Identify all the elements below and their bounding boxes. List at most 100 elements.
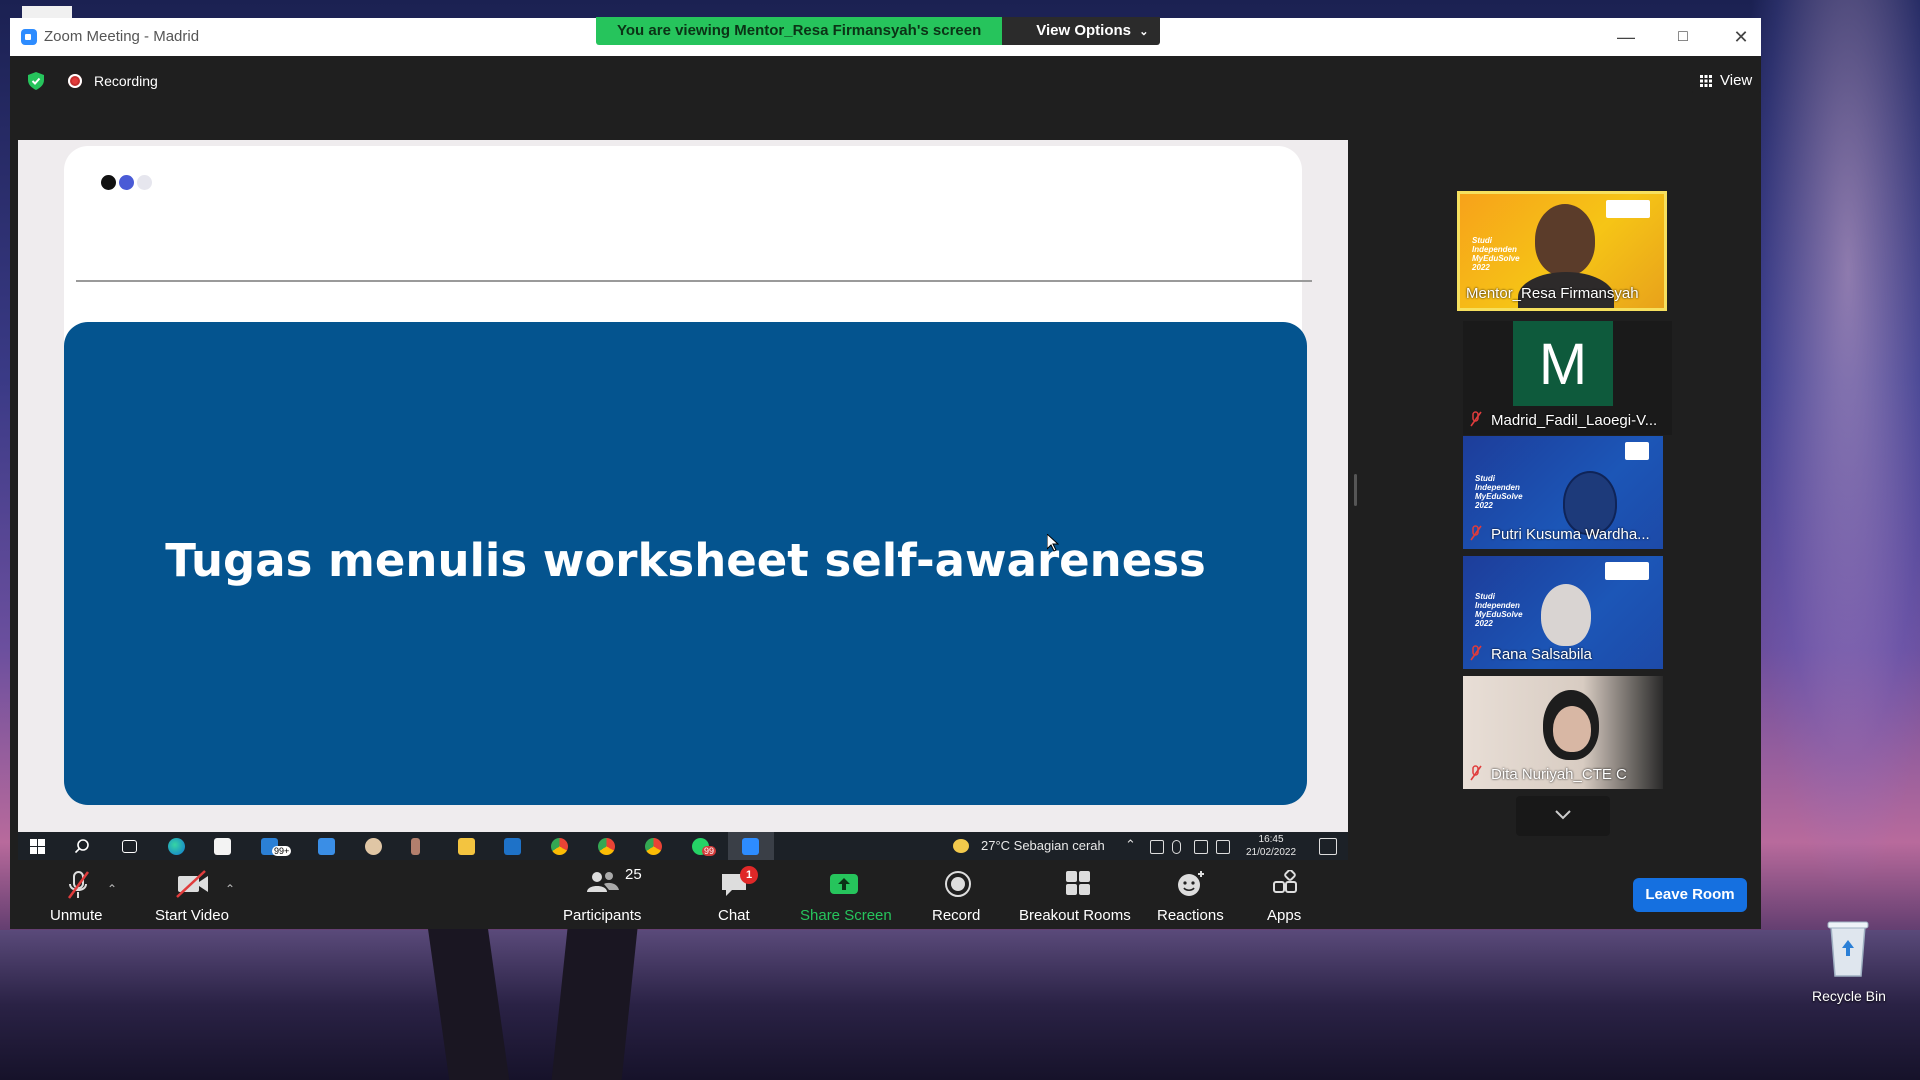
- leave-room-button[interactable]: Leave Room: [1633, 878, 1747, 912]
- window-title: Zoom Meeting - Madrid: [44, 28, 200, 45]
- slide-dot: [101, 175, 116, 190]
- video-logo-overlay: [1625, 442, 1649, 460]
- calendar-icon: [318, 838, 335, 855]
- zoom-taskbar-item: [728, 832, 774, 860]
- screen-share-banner: You are viewing Mentor_Resa Firmansyah's…: [596, 17, 1161, 45]
- windows-start-icon: [30, 839, 45, 854]
- zoom-taskbar-icon: [742, 838, 759, 855]
- chevron-down-icon: [1555, 810, 1571, 820]
- chevron-down-icon: ⌄: [1139, 26, 1149, 38]
- edge-icon: [168, 838, 185, 855]
- grid-view-icon: [1700, 75, 1712, 87]
- meeting-top-bar: Recording View: [10, 56, 1761, 100]
- chrome-icon: [598, 838, 615, 855]
- recording-label: Recording: [94, 73, 158, 89]
- recycle-bin-label: Recycle Bin: [1812, 988, 1886, 1004]
- zoom-meeting-window: Zoom Meeting - Madrid — □ ✕ You are view…: [10, 17, 1761, 929]
- record-label: Record: [932, 907, 981, 924]
- mic-muted-icon: [1470, 645, 1482, 661]
- video-options-caret[interactable]: ⌃: [225, 882, 235, 896]
- desktop-ground: [0, 930, 1920, 1080]
- participant-tile[interactable]: M Madrid_Fadil_Laoegi-V...: [1463, 321, 1672, 435]
- slide-dot: [119, 175, 134, 190]
- security-shield-icon[interactable]: [28, 72, 44, 90]
- tray-network-icon: [1150, 840, 1164, 854]
- slide-title: Tugas menulis worksheet self-awareness: [165, 534, 1206, 587]
- unmute-label: Unmute: [50, 907, 103, 924]
- notification-icon: [1319, 838, 1337, 855]
- tray-chevron-icon: ⌃: [1125, 837, 1136, 852]
- recording-icon: [68, 74, 82, 88]
- participants-count: 25: [625, 866, 642, 883]
- desktop-sky-glow: [1740, 0, 1920, 900]
- meeting-toolbar: Unmute ⌃ Start Video ⌃ 25 Participants 1…: [10, 860, 1761, 929]
- person-face: [1553, 706, 1591, 752]
- chat-label: Chat: [718, 907, 750, 924]
- chrome-icon: [645, 838, 662, 855]
- participants-icon: [587, 872, 619, 892]
- shared-screen[interactable]: Tugas menulis worksheet self-awareness 9…: [18, 140, 1348, 860]
- paint-icon: [365, 838, 382, 855]
- store-icon: [214, 838, 231, 855]
- participant-tile[interactable]: Studi Independen MyEduSolve 2022 Putri Kusu…: [1463, 436, 1663, 549]
- share-screen-icon: [830, 874, 858, 894]
- view-label: View: [1720, 72, 1753, 89]
- apps-label: Apps: [1267, 907, 1302, 924]
- slide-divider: [76, 280, 1312, 282]
- outlook-icon: [504, 838, 521, 855]
- weather-text: 27°C Sebagian cerah: [981, 838, 1105, 853]
- video-logo-overlay: [1606, 200, 1650, 218]
- reactions-label: Reactions: [1157, 907, 1224, 924]
- whatsapp-badge: 99: [702, 846, 717, 856]
- video-logo-overlay: [1605, 562, 1649, 580]
- shared-taskbar: 99+ 99 27°C Sebagian cerah ⌃ 16:45 21/02…: [18, 832, 1348, 860]
- file-explorer-icon: [458, 838, 475, 855]
- participant-tile[interactable]: Dita Nuriyah_CTE C: [1463, 676, 1663, 789]
- apps-icon: [1273, 870, 1297, 893]
- view-options-label: View Options: [1036, 22, 1132, 39]
- audio-options-caret[interactable]: ⌃: [107, 882, 117, 896]
- slide-title-panel: Tugas menulis worksheet self-awareness: [64, 322, 1307, 805]
- task-view-icon: [122, 840, 137, 853]
- viewing-screen-text: You are viewing Mentor_Resa Firmansyah's…: [596, 17, 1003, 45]
- chat-badge: 1: [740, 866, 758, 884]
- view-options-button[interactable]: View Options ⌄: [1002, 17, 1161, 45]
- breakout-rooms-label: Breakout Rooms: [1019, 907, 1131, 924]
- video-overlay-text: Studi Independen MyEduSolve 2022: [1475, 474, 1523, 510]
- search-icon: [75, 839, 89, 854]
- video-overlay-text: Studi Independen MyEduSolve 2022: [1475, 592, 1523, 628]
- gallery-scroll-down-button[interactable]: [1516, 796, 1610, 836]
- participant-name: Putri Kusuma Wardha...: [1491, 526, 1650, 543]
- participant-name: Dita Nuriyah_CTE C: [1491, 766, 1627, 783]
- video-overlay-text: Studi Independen MyEduSolve 2022: [1472, 236, 1520, 272]
- tray-mic-icon: [1172, 840, 1181, 854]
- recycle-bin-icon[interactable]: [1825, 918, 1871, 978]
- mic-muted-icon: [1470, 765, 1482, 781]
- chrome-icon: [551, 838, 568, 855]
- video-off-icon: [176, 870, 208, 898]
- taskbar-time: 16:45: [1258, 834, 1284, 845]
- participant-name: Rana Salsabila: [1491, 646, 1592, 663]
- participant-name: Mentor_Resa Firmansyah: [1466, 285, 1639, 302]
- maximize-button[interactable]: □: [1663, 24, 1703, 50]
- mic-muted-icon: [67, 871, 90, 899]
- minimize-button[interactable]: —: [1606, 24, 1646, 50]
- zoom-logo-icon: [21, 29, 37, 45]
- slide-dot: [137, 175, 152, 190]
- record-icon: [945, 871, 971, 897]
- mouse-cursor-icon: [1047, 534, 1059, 552]
- tray-language-icon: [1216, 840, 1230, 854]
- participant-avatar: M: [1513, 321, 1613, 406]
- participant-name: Madrid_Fadil_Laoegi-V...: [1491, 412, 1658, 429]
- participant-tile-active-speaker[interactable]: Studi Independen MyEduSolve 2022 Mentor_Res…: [1457, 191, 1667, 311]
- view-button[interactable]: View: [1692, 68, 1761, 94]
- weather-icon: [953, 839, 969, 853]
- panel-splitter-handle[interactable]: [1354, 474, 1357, 506]
- close-button[interactable]: ✕: [1721, 24, 1761, 50]
- participant-tile[interactable]: Studi Independen MyEduSolve 2022 Rana Salsa…: [1463, 556, 1663, 669]
- desktop-window-thumbnail: [22, 6, 72, 18]
- mic-muted-icon: [1470, 525, 1482, 541]
- mic-muted-icon: [1470, 411, 1482, 427]
- mail-badge: 99+: [272, 846, 292, 856]
- taskbar-clock: 16:45 21/02/2022: [1246, 833, 1296, 859]
